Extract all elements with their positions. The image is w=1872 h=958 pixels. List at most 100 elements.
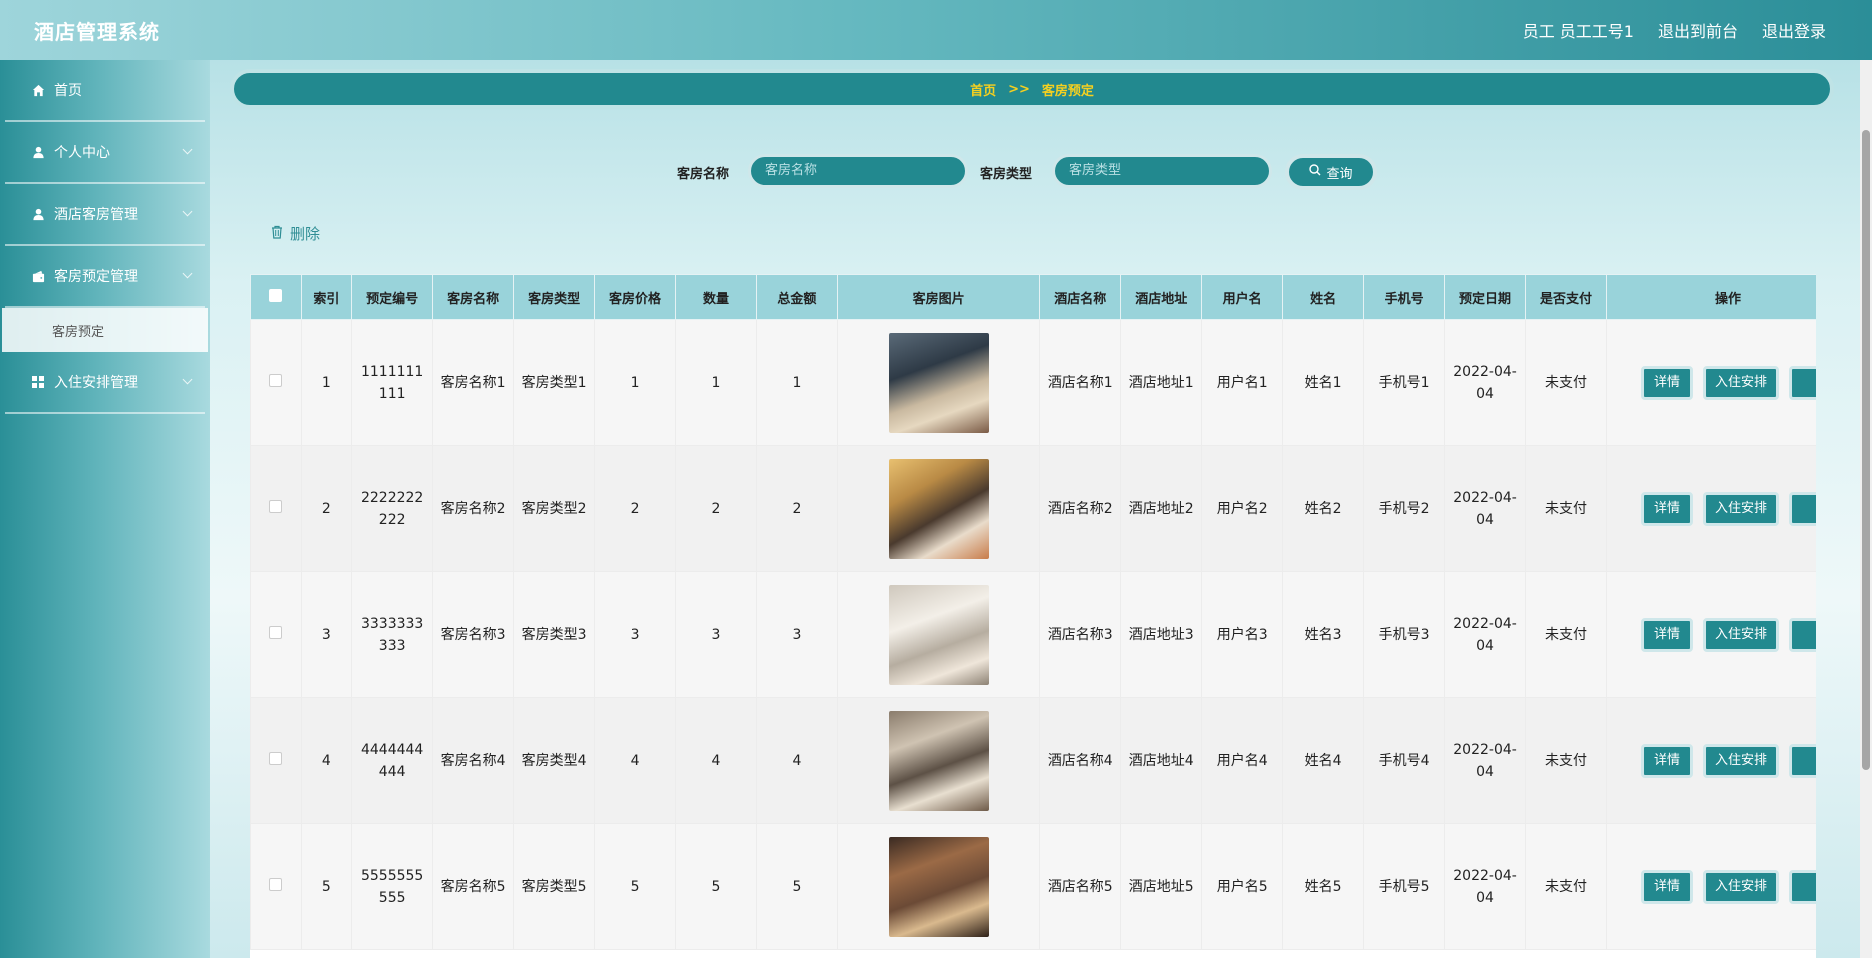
sidebar-item-room-management[interactable]: 酒店客房管理 — [5, 184, 205, 246]
search-icon — [1309, 164, 1321, 180]
row-checkbox[interactable] — [269, 751, 283, 765]
booking-table-wrapper: 索引 预定编号 客房名称 客房类型 客房价格 数量 总金额 客房图片 酒店名称 … — [250, 274, 1816, 958]
cell-username: 用户名4 — [1201, 697, 1284, 824]
sidebar-item-personal-center[interactable]: 个人中心 — [5, 122, 205, 184]
cell-price: 4 — [594, 697, 676, 824]
cell-room-type: 客房类型5 — [513, 823, 596, 950]
scrollbar-thumb[interactable] — [1862, 130, 1870, 770]
row-checkbox[interactable] — [269, 373, 283, 387]
cell-index: 2 — [300, 445, 353, 572]
cell-code: 2222222222 — [351, 445, 434, 572]
cell-actions: 详情 入住安排 — [1605, 823, 1816, 950]
cell-paid-status: 未支付 — [1525, 571, 1607, 698]
breadcrumb-home[interactable]: 首页 — [970, 80, 996, 99]
checkin-button[interactable]: 入住安排 — [1702, 365, 1779, 400]
cell-actions: 详情 入住安排 — [1605, 571, 1816, 698]
detail-button[interactable]: 详情 — [1640, 365, 1693, 400]
search-button-label: 查询 — [1326, 166, 1353, 182]
exit-to-front-link[interactable]: 退出到前台 — [1658, 18, 1738, 42]
cell-username: 用户名1 — [1201, 319, 1284, 446]
more-action-button[interactable] — [1788, 869, 1816, 904]
breadcrumb-current: 客房预定 — [1041, 83, 1094, 99]
cell-room-image — [836, 571, 1041, 698]
cell-name: 姓名5 — [1282, 823, 1365, 950]
table-row: 3 3333333333 客房名称3 客房类型3 3 3 3 酒店名称3 酒店地址3 用户名3 姓名… — [250, 571, 1816, 698]
chevron-down-icon — [182, 144, 193, 155]
sidebar-item-label: 酒店客房管理 — [54, 207, 138, 223]
cell-phone: 手机号3 — [1363, 571, 1446, 698]
checkin-button[interactable]: 入住安排 — [1702, 491, 1779, 526]
more-action-button[interactable] — [1788, 617, 1816, 652]
cell-name: 姓名2 — [1282, 445, 1365, 572]
cell-quantity: 2 — [675, 445, 757, 572]
chevron-down-icon — [182, 206, 193, 217]
cell-hotel-address: 酒店地址5 — [1120, 823, 1203, 950]
detail-button[interactable]: 详情 — [1640, 869, 1693, 904]
cell-hotel-address: 酒店地址3 — [1120, 571, 1203, 698]
room-image — [888, 836, 989, 937]
column-header: 预定日期 — [1444, 274, 1527, 320]
more-action-button[interactable] — [1788, 365, 1816, 400]
cell-hotel-address: 酒店地址1 — [1120, 319, 1203, 446]
logout-link[interactable]: 退出登录 — [1762, 18, 1826, 42]
row-checkbox[interactable] — [269, 625, 283, 639]
room-image — [888, 710, 989, 811]
cell-price: 5 — [594, 823, 676, 950]
more-action-button[interactable] — [1788, 743, 1816, 778]
cell-date: 2022-04-04 — [1444, 823, 1527, 950]
cell-room-name: 客房名称4 — [432, 697, 515, 824]
cell-date: 2022-04-04 — [1444, 445, 1527, 572]
select-all-header[interactable] — [250, 274, 302, 320]
sidebar-item-booking-management[interactable]: 客房预定管理 — [5, 246, 205, 308]
chevron-down-icon — [182, 268, 193, 279]
row-select-cell[interactable] — [250, 571, 302, 698]
trash-icon — [270, 225, 284, 243]
room-image — [888, 458, 989, 559]
checkin-button[interactable]: 入住安排 — [1702, 617, 1779, 652]
delete-button[interactable]: 删除 — [270, 223, 320, 244]
sidebar-item-home[interactable]: 首页 — [5, 60, 205, 122]
row-checkbox[interactable] — [269, 499, 283, 513]
cell-index: 3 — [300, 571, 353, 698]
select-all-checkbox[interactable] — [269, 288, 283, 302]
cell-code: 1111111111 — [351, 319, 434, 446]
table-row: 1 1111111111 客房名称1 客房类型1 1 1 1 酒店名称1 酒店地址1 用户名1 姓名… — [250, 319, 1816, 446]
search-bar: 客房名称 客房名称 客房类型 客房类型 查询 — [210, 152, 1860, 192]
room-name-input[interactable]: 客房名称 — [748, 154, 968, 188]
column-header: 客房图片 — [836, 274, 1041, 320]
row-select-cell[interactable] — [250, 697, 302, 824]
row-checkbox[interactable] — [269, 877, 283, 891]
sidebar-item-label: 客房预定管理 — [54, 269, 138, 285]
checkin-button[interactable]: 入住安排 — [1702, 869, 1779, 904]
table-row: 5 5555555555 客房名称5 客房类型5 5 5 5 酒店名称5 酒店地址5 用户名5 姓名… — [250, 823, 1816, 950]
home-icon — [31, 83, 45, 97]
sidebar: 首页 个人中心 酒店客房管理 客房预定管理 客房预定 入住安排管理 — [0, 60, 210, 958]
sidebar-item-checkin-management[interactable]: 入住安排管理 — [5, 352, 205, 414]
cell-index: 1 — [300, 319, 353, 446]
detail-button[interactable]: 详情 — [1640, 617, 1693, 652]
checkin-button[interactable]: 入住安排 — [1702, 743, 1779, 778]
column-header: 总金额 — [755, 274, 838, 320]
cell-room-type: 客房类型2 — [513, 445, 596, 572]
sidebar-subitem-room-booking[interactable]: 客房预定 — [2, 308, 208, 352]
row-select-cell[interactable] — [250, 445, 302, 572]
more-action-button[interactable] — [1788, 491, 1816, 526]
cell-room-image — [836, 319, 1041, 446]
cell-price: 3 — [594, 571, 676, 698]
cell-code: 3333333333 — [351, 571, 434, 698]
cell-name: 姓名3 — [1282, 571, 1365, 698]
cell-code: 4444444444 — [351, 697, 434, 824]
detail-button[interactable]: 详情 — [1640, 743, 1693, 778]
cell-room-name: 客房名称5 — [432, 823, 515, 950]
cell-phone: 手机号4 — [1363, 697, 1446, 824]
cell-date: 2022-04-04 — [1444, 319, 1527, 446]
row-select-cell[interactable] — [250, 823, 302, 950]
detail-button[interactable]: 详情 — [1640, 491, 1693, 526]
cell-total: 1 — [755, 319, 838, 446]
main-content: 首页 >> 客房预定 客房名称 客房名称 客房类型 客房类型 查询 删除 索引 … — [210, 60, 1860, 958]
scrollbar[interactable] — [1860, 60, 1872, 958]
search-button[interactable]: 查询 — [1285, 154, 1377, 190]
room-type-input[interactable]: 客房类型 — [1052, 154, 1272, 188]
row-select-cell[interactable] — [250, 319, 302, 446]
cell-room-type: 客房类型1 — [513, 319, 596, 446]
